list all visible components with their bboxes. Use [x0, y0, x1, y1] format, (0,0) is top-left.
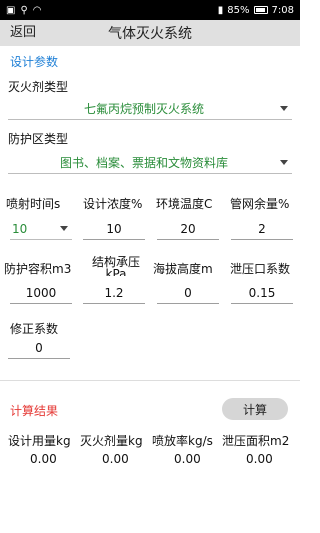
section-divider [0, 380, 300, 381]
toolbar: 返回 气体灭火系统 [0, 20, 300, 46]
design-concentration-field[interactable] [83, 218, 145, 240]
design-amount-value: 0.00 [30, 452, 57, 466]
usb-icon: ⚲ [20, 4, 28, 16]
battery-percent: 85% [227, 4, 250, 16]
image-icon: ▣ [6, 4, 16, 16]
spray-rate-value: 0.00 [174, 452, 201, 466]
dropdown-arrow-icon [280, 106, 288, 111]
relief-coefficient-field[interactable] [231, 282, 293, 304]
wifi-icon: ◠ [32, 4, 42, 16]
design-section-title: 设计参数 [10, 55, 59, 69]
design-amount-label: 设计用量kg [8, 434, 71, 448]
relief-area-value: 0.00 [246, 452, 273, 466]
back-button[interactable]: 返回 [0, 20, 46, 46]
agent-amount-label: 灭火剂量kg [80, 434, 143, 448]
zone-type-select[interactable]: 图书、档案、票据和文物资料库 [8, 152, 292, 174]
pipe-margin-field[interactable] [231, 218, 293, 240]
correction-label: 修正系数 [10, 322, 59, 336]
altitude-label: 海拔高度m [153, 262, 213, 276]
zone-type-label: 防护区类型 [8, 132, 69, 146]
agent-amount-value: 0.00 [102, 452, 129, 466]
calculate-button[interactable]: 计算 [222, 398, 288, 420]
structure-pressure-label: 结构承压kPa [91, 256, 140, 276]
signal-icon: ▮ [217, 4, 224, 16]
correction-field[interactable] [8, 337, 70, 359]
ambient-temp-field[interactable] [157, 218, 219, 240]
pipe-margin-label: 管网余量% [230, 197, 290, 211]
agent-type-select[interactable]: 七氟丙烷预制灭火系统 [8, 98, 292, 120]
protected-volume-label: 防护容积m3 [4, 262, 72, 276]
spray-time-select[interactable]: 10 [10, 218, 72, 240]
protected-volume-field[interactable] [10, 282, 72, 304]
dropdown-arrow-icon [60, 226, 68, 231]
structure-pressure-field[interactable] [83, 282, 145, 304]
result-section-title: 计算结果 [10, 404, 59, 418]
agent-type-label: 灭火剂类型 [8, 80, 69, 94]
relief-area-label: 泄压面积m2 [222, 434, 290, 448]
altitude-field[interactable] [157, 282, 219, 304]
spray-time-value: 10 [12, 221, 28, 236]
agent-type-value: 七氟丙烷预制灭火系统 [83, 102, 204, 116]
zone-type-value: 图书、档案、票据和文物资料库 [59, 156, 228, 170]
ambient-temp-label: 环境温度C [156, 197, 213, 211]
dropdown-arrow-icon [280, 160, 288, 165]
relief-coefficient-label: 泄压口系数 [230, 262, 291, 276]
spray-time-label: 喷射时间s [6, 197, 61, 211]
battery-icon [253, 6, 268, 14]
design-concentration-label: 设计浓度% [83, 197, 143, 211]
status-bar: ▣ ⚲ ◠ ▮ 85% 7:08 [0, 0, 300, 20]
spray-rate-label: 喷放率kg/s [152, 434, 213, 448]
clock: 7:08 [271, 4, 294, 16]
